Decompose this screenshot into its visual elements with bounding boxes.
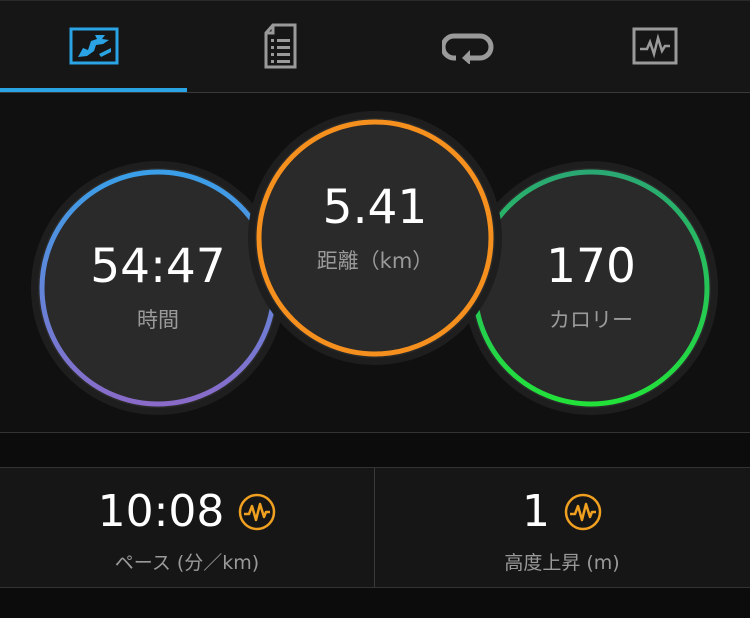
tab-summary[interactable] — [0, 0, 187, 92]
pace-stat[interactable]: 10:08 ペース (分／km) — [0, 468, 374, 587]
tab-bar — [0, 0, 750, 93]
active-tab-indicator — [0, 88, 187, 92]
tab-laps[interactable] — [374, 0, 561, 92]
stats-row: 10:08 ペース (分／km) 1 高度上昇 (m) — [0, 468, 750, 588]
time-label: 時間 — [137, 307, 179, 332]
pace-label: ペース (分／km) — [114, 552, 260, 574]
heart-rate-pulse-icon — [564, 493, 602, 531]
elevation-label: 高度上昇 (m) — [504, 552, 620, 574]
elevation-value: 1 — [522, 486, 550, 537]
calories-value: 170 — [546, 238, 636, 294]
tab-charts[interactable] — [561, 0, 748, 92]
pace-value: 10:08 — [97, 486, 225, 537]
summary-map-icon — [69, 27, 118, 65]
heart-rate-pulse-icon — [239, 493, 276, 531]
details-list-icon — [264, 23, 296, 69]
summary-rings: 54:47 時間 170 カロリー 5.41 距離（km） — [0, 93, 750, 433]
tab-details[interactable] — [187, 0, 374, 92]
laps-loop-icon — [441, 33, 493, 64]
time-value: 54:47 — [90, 238, 226, 294]
distance-ring[interactable]: 5.41 距離（km） — [247, 110, 503, 366]
calories-label: カロリー — [549, 307, 633, 332]
distance-value: 5.41 — [322, 179, 428, 235]
distance-ring-graphic — [248, 111, 502, 365]
elevation-value-row: 1 — [375, 490, 749, 534]
elevation-stat[interactable]: 1 高度上昇 (m) — [375, 468, 749, 587]
bottom-spacer — [0, 588, 750, 618]
distance-label: 距離（km） — [316, 248, 434, 273]
charts-graph-icon — [632, 27, 677, 65]
section-spacer — [0, 433, 750, 468]
pace-value-row: 10:08 — [0, 490, 374, 534]
